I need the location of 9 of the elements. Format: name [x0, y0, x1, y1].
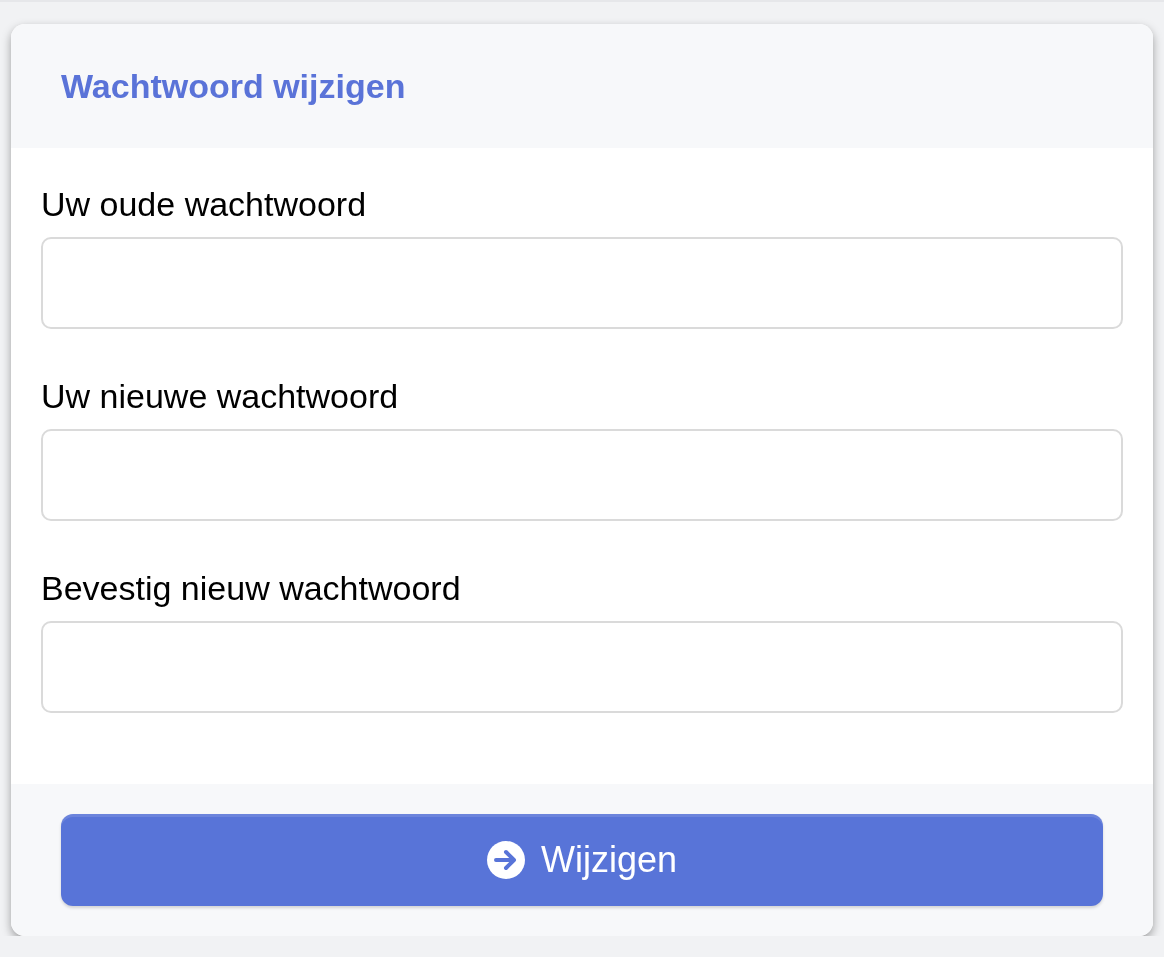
field-label: Uw oude wachtwoord — [41, 184, 368, 225]
field-label: Bevestig nieuw wachtwoord — [41, 568, 462, 609]
arrow-circle-icon — [486, 841, 525, 879]
password-field[interactable] — [41, 621, 1123, 713]
card-title: Wachtwoord wijzigen — [61, 66, 406, 106]
password-field[interactable] — [41, 429, 1123, 521]
password-field[interactable] — [41, 237, 1123, 329]
submit-button[interactable]: Wijzigen — [61, 814, 1103, 906]
field-label: Uw nieuwe wachtwoord — [41, 376, 400, 417]
